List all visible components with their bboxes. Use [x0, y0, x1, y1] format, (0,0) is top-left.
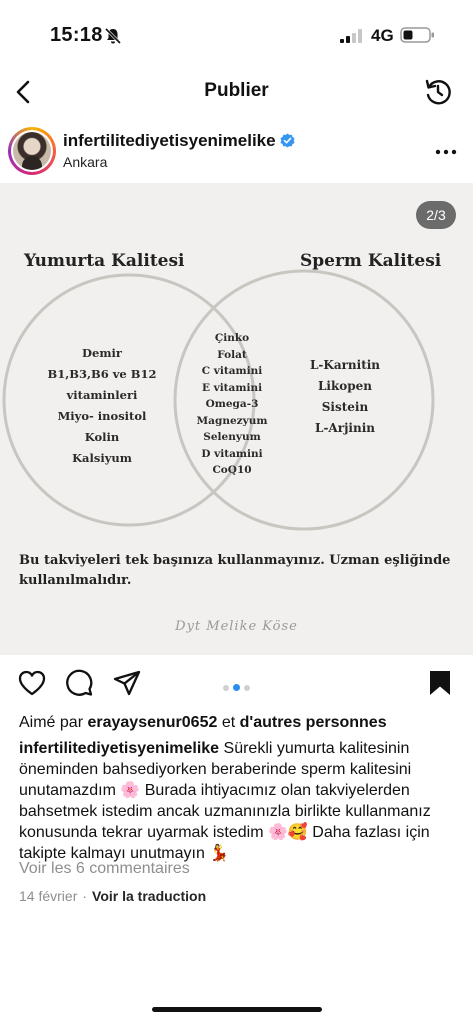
image-warning-text: Bu takviyeleri tek başınıza kullanmayını…: [19, 553, 451, 588]
action-bar: [0, 664, 473, 704]
more-icon[interactable]: [435, 142, 457, 162]
likes-others-link[interactable]: d'autres personnes: [240, 714, 387, 731]
carousel-dot-active: [233, 684, 240, 691]
image-signature: Dyt Melike Köse: [175, 619, 298, 634]
caption-username[interactable]: infertilitediyetisyenimelike: [19, 740, 219, 757]
likes-middle: et: [221, 714, 236, 731]
venn-list-right: L-Karnitin Likopen Sistein L-Arjinin: [300, 355, 390, 439]
verified-icon: [280, 133, 295, 148]
home-indicator: [152, 1007, 322, 1012]
heart-icon[interactable]: [17, 668, 47, 698]
translate-link[interactable]: Voir la traduction: [92, 888, 206, 904]
bookmark-icon[interactable]: [425, 668, 455, 698]
carousel-dots: [221, 678, 252, 696]
venn-item: Selenyum: [203, 431, 261, 443]
venn-item: Çinko: [214, 332, 250, 344]
venn-item: Likopen: [317, 379, 373, 393]
carousel-page-badge: 2/3: [416, 201, 456, 229]
post-location[interactable]: Ankara: [63, 154, 107, 170]
post-meta: 14 février · Voir la traduction: [19, 888, 207, 904]
post-username[interactable]: infertilitediyetisyenimelike: [63, 131, 276, 151]
send-icon[interactable]: [112, 668, 142, 698]
comment-icon[interactable]: [64, 668, 94, 698]
likes-user-link[interactable]: erayaysenur0652: [87, 714, 217, 731]
carousel-dot: [223, 685, 229, 691]
venn-item: Miyo- inositol: [57, 409, 147, 423]
status-time: 15:18: [50, 24, 103, 46]
venn-item: L-Arjinin: [315, 421, 375, 435]
venn-list-left: Demir B1,B3,B6 ve B12 vitaminleri Miyo- …: [44, 343, 160, 469]
carousel-dot: [244, 685, 250, 691]
battery-icon: [400, 27, 434, 43]
venn-item: vitaminleri: [66, 388, 138, 402]
venn-item: Magnezyum: [196, 414, 268, 427]
refresh-icon[interactable]: [421, 75, 455, 109]
venn-item: Kolin: [84, 430, 120, 444]
bell-off-icon: [104, 27, 122, 45]
venn-item: Folat: [217, 348, 247, 361]
likes-line: Aimé par erayaysenur0652 et d'autres per…: [19, 714, 387, 732]
venn-item: C vitamini: [201, 365, 263, 377]
venn-item: CoQ10: [212, 464, 252, 476]
caption-text: Sürekli yumurta kalitesinin öneminden ba…: [19, 740, 431, 862]
view-comments-link[interactable]: Voir les 6 commentaires: [19, 860, 190, 878]
status-bar: 15:18 4G: [0, 0, 473, 68]
venn-item: D vitamini: [201, 447, 263, 460]
venn-item: Demir: [82, 346, 122, 360]
venn-item: E vitamini: [201, 381, 263, 394]
signal-icon: [340, 29, 362, 43]
post-date: 14 février: [19, 888, 78, 904]
page-title: Publier: [204, 80, 269, 101]
post-header: infertilitediyetisyenimelike Ankara: [0, 124, 473, 182]
venn-item: B1,B3,B6 ve B12: [47, 367, 157, 381]
venn-item: L-Karnitin: [309, 358, 381, 372]
network-label: 4G: [371, 26, 394, 45]
venn-item: Sistein: [321, 400, 369, 414]
likes-prefix: Aimé par: [19, 714, 84, 731]
avatar[interactable]: [8, 127, 56, 175]
venn-item: Kalsiyum: [72, 451, 132, 465]
venn-title-left: Yumurta Kalitesi: [24, 251, 185, 271]
venn-title-right: Sperm Kalitesi: [300, 251, 442, 271]
top-header: Publier: [0, 68, 473, 116]
venn-list-center: Çinko Folat C vitamini E vitamini Omega-…: [190, 330, 274, 479]
post-image[interactable]: 2/3 Yumurta Kalitesi Sperm Kalitesi Demi…: [0, 183, 473, 655]
post-caption: infertilitediyetisyenimelike Sürekli yum…: [19, 738, 459, 864]
venn-item: Omega-3: [205, 398, 259, 410]
